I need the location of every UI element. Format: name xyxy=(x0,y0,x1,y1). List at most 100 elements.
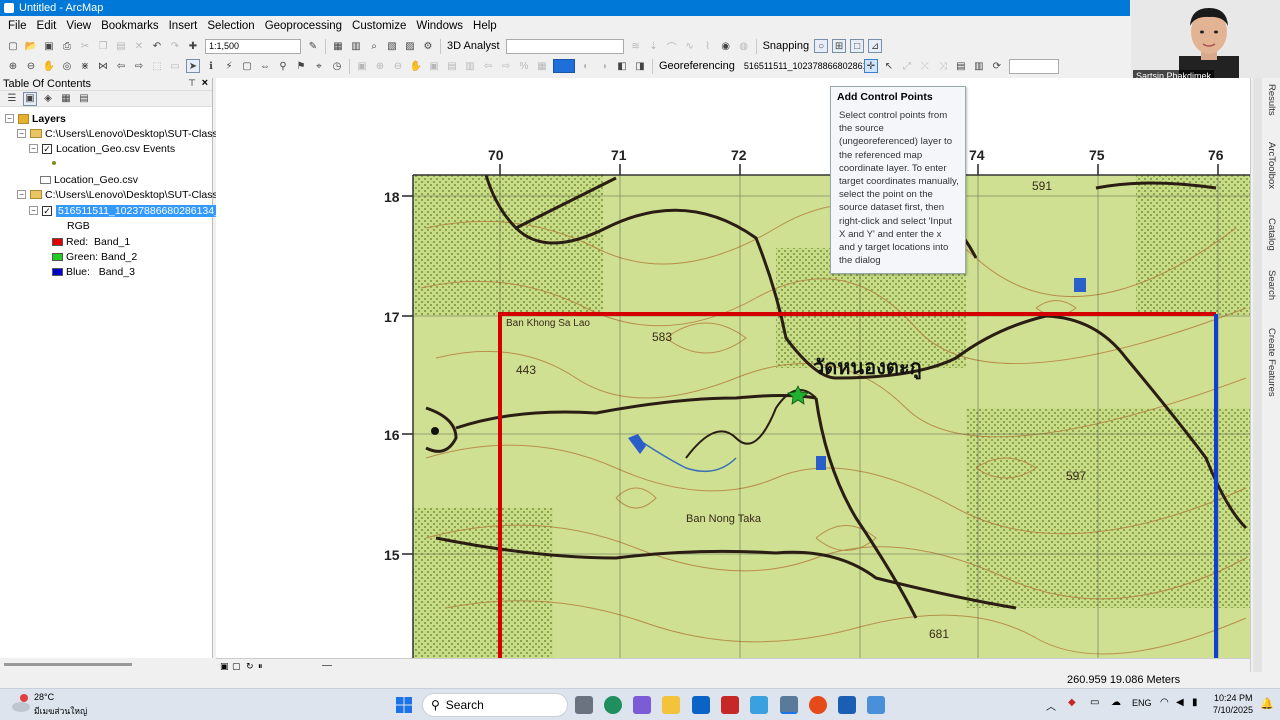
forward-extent-icon[interactable]: ⇨ xyxy=(132,59,146,73)
identify-icon[interactable]: ℹ xyxy=(204,59,218,73)
arcscene-icon[interactable]: ◉ xyxy=(719,39,733,53)
back-extent-icon[interactable]: ⇦ xyxy=(114,59,128,73)
delete-icon[interactable]: ✕ xyxy=(132,39,146,53)
menu-view[interactable]: View xyxy=(62,20,95,32)
measure-icon[interactable]: ⇔ xyxy=(258,59,272,73)
language-indicator[interactable]: ENG xyxy=(1132,698,1152,708)
menu-edit[interactable]: Edit xyxy=(33,20,61,32)
zoom-in-icon[interactable]: ⊕ xyxy=(6,59,20,73)
wifi-icon[interactable]: ◠ xyxy=(1160,697,1169,708)
menu-windows[interactable]: Windows xyxy=(412,20,467,32)
line-of-sight-icon[interactable]: ⌒ xyxy=(665,39,679,54)
outlook-icon[interactable] xyxy=(692,696,710,714)
catalog-icon[interactable]: ▥ xyxy=(349,39,363,53)
menu-file[interactable]: File xyxy=(4,20,31,32)
profile-graph-icon[interactable]: ⌇ xyxy=(701,39,715,53)
fixed-zoom-out-icon[interactable]: ⋈ xyxy=(96,59,110,73)
arctoolbox-tab[interactable]: ArcToolbox xyxy=(1265,142,1278,204)
arcglobe-icon[interactable]: ◍ xyxy=(737,39,751,53)
clock-date[interactable]: 7/10/2025 xyxy=(1213,705,1253,715)
map-scale-select[interactable]: 1:1,500 xyxy=(205,38,301,54)
collapse-icon[interactable]: − xyxy=(29,144,38,153)
layout-forward-icon[interactable]: ⇨ xyxy=(499,59,513,73)
map-display[interactable]: 70 71 72 74 75 76 18 17 16 15 583 443 59… xyxy=(216,78,1250,658)
app-icon-blue[interactable] xyxy=(867,696,885,714)
find-icon[interactable]: ⚲ xyxy=(276,59,290,73)
3d-analyst-layer-select[interactable] xyxy=(505,38,624,54)
clock-time[interactable]: 10:24 PM xyxy=(1214,693,1253,703)
tree-group-2[interactable]: − C:\Users\Lenovo\Desktop\SUT-Class\C xyxy=(17,187,228,202)
editor-toolbar-icon[interactable]: ✎ xyxy=(306,39,320,53)
effects-layer-icon[interactable]: ◨ xyxy=(633,59,647,73)
python-icon[interactable]: ▨ xyxy=(403,39,417,53)
pause-drawing-icon[interactable]: ⏸ xyxy=(258,661,263,672)
rotation-angle-input[interactable] xyxy=(1008,58,1059,74)
go-to-xy-icon[interactable]: ⌖ xyxy=(312,59,326,73)
search-window-icon[interactable]: ⌕ xyxy=(367,39,381,53)
pin-icon[interactable]: ⊤ xyxy=(188,78,196,89)
arctoolbox-icon[interactable]: ▧ xyxy=(385,39,399,53)
paste-icon[interactable]: ▤ xyxy=(114,39,128,53)
tree-layer-csv[interactable]: Location_Geo.csv xyxy=(40,172,138,187)
save-icon[interactable]: ▣ xyxy=(42,39,56,53)
zoom-whole-page-icon[interactable]: ▤ xyxy=(445,59,459,73)
model-builder-icon[interactable]: ⚙ xyxy=(421,39,435,53)
vertex-snapping-icon[interactable]: □ xyxy=(850,39,865,53)
task-view-icon[interactable] xyxy=(575,696,593,714)
layout-zoom-in-icon[interactable]: ⊕ xyxy=(373,59,387,73)
table-of-contents-icon[interactable]: ▦ xyxy=(331,39,345,53)
pan-icon[interactable]: ✋ xyxy=(42,59,56,73)
menu-customize[interactable]: Customize xyxy=(348,20,410,32)
redo-icon[interactable]: ↷ xyxy=(168,39,182,53)
notifications-icon[interactable]: 🔔 xyxy=(1260,697,1274,710)
georeferencing-layer-select[interactable]: 516511511_10237886680286134 xyxy=(741,59,878,74)
menu-selection[interactable]: Selection xyxy=(203,20,258,32)
topographic-map[interactable]: 70 71 72 74 75 76 18 17 16 15 583 443 59… xyxy=(216,78,1250,658)
power-icon[interactable]: ▮ xyxy=(1192,697,1198,708)
html-popup-icon[interactable]: ▢ xyxy=(240,59,254,73)
viewer-icon[interactable]: ▥ xyxy=(972,59,986,73)
zoom-100-icon[interactable]: ▥ xyxy=(463,59,477,73)
zoom-to-selected-link-icon[interactable]: ⤢ xyxy=(900,59,914,73)
contour-icon[interactable]: ≋ xyxy=(629,39,643,53)
clear-selection-icon[interactable]: ▭ xyxy=(168,59,182,73)
fill-color-swatch[interactable] xyxy=(553,59,575,73)
collapse-icon[interactable]: − xyxy=(17,129,26,138)
collapse-icon[interactable]: − xyxy=(17,190,26,199)
zoom-icon[interactable] xyxy=(838,696,856,714)
weather-icon[interactable] xyxy=(10,693,32,715)
time-slider-icon[interactable]: ◷ xyxy=(330,59,344,73)
close-icon[interactable]: × xyxy=(202,77,208,89)
battery-icon[interactable]: ▭ xyxy=(1090,697,1099,708)
copy-icon[interactable]: ❐ xyxy=(96,39,110,53)
delete-link-icon[interactable]: ⤫ xyxy=(918,59,932,73)
full-extent-icon[interactable]: ◎ xyxy=(60,59,74,73)
catalog-tab[interactable]: Catalog xyxy=(1265,218,1278,264)
collapse-icon[interactable]: − xyxy=(29,206,38,215)
tree-group-1[interactable]: − C:\Users\Lenovo\Desktop\SUT-Class\C xyxy=(17,126,228,141)
find-route-icon[interactable]: ⚑ xyxy=(294,59,308,73)
view-link-table-icon[interactable]: ▤ xyxy=(954,59,968,73)
steepest-path-icon[interactable]: ⇣ xyxy=(647,39,661,53)
layout-view-icon[interactable]: ▢ xyxy=(232,661,241,672)
chevron-up-icon[interactable]: ︿ xyxy=(1046,698,1056,713)
layout-back-icon[interactable]: ⇦ xyxy=(481,59,495,73)
tree-layers-root[interactable]: − Layers xyxy=(5,111,66,126)
zoom-out-icon[interactable]: ⊖ xyxy=(24,59,38,73)
fixed-zoom-in-icon[interactable]: ⋇ xyxy=(78,59,92,73)
select-features-icon[interactable]: ⬚ xyxy=(150,59,164,73)
list-by-visibility-icon[interactable]: ◈ xyxy=(41,92,55,106)
menu-insert[interactable]: Insert xyxy=(165,20,202,32)
create-features-tab[interactable]: Create Features xyxy=(1265,328,1278,414)
layout-percent-icon[interactable]: % xyxy=(517,59,531,73)
collapse-icon[interactable]: − xyxy=(5,114,14,123)
map-hscroll-thumb[interactable] xyxy=(322,665,332,666)
new-document-icon[interactable]: ▢ xyxy=(6,39,20,53)
undo-icon[interactable]: ↶ xyxy=(150,39,164,53)
layer-visibility-checkbox[interactable]: ✓ xyxy=(42,143,52,154)
swipe-icon[interactable]: ◐ xyxy=(579,59,593,73)
refresh-icon[interactable]: ↻ xyxy=(246,661,254,672)
data-view-icon[interactable]: ▣ xyxy=(220,661,229,672)
select-elements-icon[interactable]: ➤ xyxy=(186,59,200,73)
security-tray-icon[interactable]: ◆ xyxy=(1068,697,1076,708)
